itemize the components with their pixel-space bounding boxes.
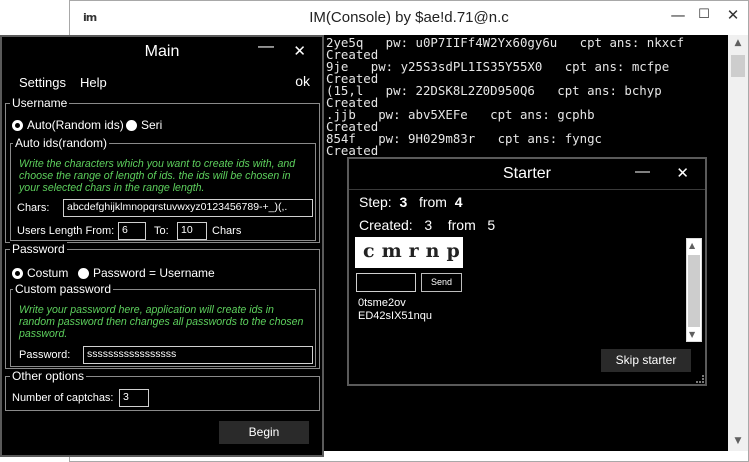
step-status: Step: 3 from 4 xyxy=(359,194,463,210)
main-menubar: Settings Help ok xyxy=(2,71,322,93)
radio-seri[interactable]: Seri xyxy=(126,118,162,132)
password-group: Password Costum Password = Username Cust… xyxy=(5,242,320,369)
chars-input[interactable]: abcdefghijklmnopqrstuvwxyz0123456789-+_)… xyxy=(63,199,313,217)
starter-close-button[interactable]: ✕ xyxy=(676,164,689,182)
main-title: Main xyxy=(144,43,180,60)
chars-label: Chars: xyxy=(17,202,50,214)
main-window: Main — ✕ Settings Help ok Username Auto(… xyxy=(0,35,324,457)
password-group-label: Password xyxy=(10,242,67,256)
username-group: Username Auto(Random ids) Seri Auto ids(… xyxy=(5,96,320,243)
menu-ok[interactable]: ok xyxy=(295,73,310,89)
to-label: To: xyxy=(154,225,169,237)
menu-help[interactable]: Help xyxy=(80,75,107,90)
created-label: Created: xyxy=(359,217,413,233)
created-total: 5 xyxy=(487,217,496,233)
console-titlebar[interactable]: im IM(Console) by $ae!d.71@n.c — ☐ ✕ xyxy=(70,1,748,35)
radio-same-icon[interactable] xyxy=(78,267,89,279)
length-from-label: Users Length From: xyxy=(17,225,115,237)
radio-seri-label: Seri xyxy=(141,118,163,132)
console-title: IM(Console) by $ae!d.71@n.c xyxy=(309,9,509,26)
step-value: 3 xyxy=(399,194,408,210)
captcha-text: cmrnp xyxy=(363,240,467,262)
step-from-label: from xyxy=(418,194,447,210)
radio-custom-icon[interactable] xyxy=(12,267,23,279)
auto-ids-group-label: Auto ids(random) xyxy=(13,136,110,150)
username-group-label: Username xyxy=(10,96,70,110)
captchas-input[interactable]: 3 xyxy=(119,389,149,407)
starter-title: Starter xyxy=(502,165,551,182)
console-line: 9je pw: y25S3sdPL1IS35Y55X0 cpt ans: mcf… xyxy=(326,59,670,74)
step-label: Step: xyxy=(359,194,392,210)
chars-unit-label: Chars xyxy=(212,225,242,237)
console-line: (15,l pw: 22DSK8L2Z0D950Q6 cpt ans: bchy… xyxy=(326,83,662,98)
starter-minimize-button[interactable]: — xyxy=(635,163,650,180)
custom-password-group-label: Custom password xyxy=(13,282,114,296)
send-button[interactable]: Send xyxy=(421,273,462,292)
console-minimize-button[interactable]: — xyxy=(664,5,692,25)
console-line: 854f pw: 9H029m83r cpt ans: fyngc xyxy=(326,131,603,146)
radio-auto[interactable]: Auto(Random ids) xyxy=(12,118,124,132)
resize-grip-icon[interactable] xyxy=(696,375,704,383)
console-line: .jjb pw: abv5XEFe cpt ans: gcphb xyxy=(326,107,595,122)
console-maximize-button[interactable]: ☐ xyxy=(690,5,718,25)
radio-auto-label: Auto(Random ids) xyxy=(27,118,124,132)
password-input[interactable]: sssssssssssssssss xyxy=(83,346,313,364)
console-line: 2ye5q pw: u0P7IIFf4W2Yx60gy6u cpt ans: n… xyxy=(326,35,685,50)
custom-password-hint: Write your password here, application wi… xyxy=(19,304,304,340)
custom-password-group: Custom password Write your password here… xyxy=(10,282,316,367)
skip-starter-button[interactable]: Skip starter xyxy=(601,349,691,372)
captchas-label: Number of captchas: xyxy=(12,392,114,404)
scroll-down-icon[interactable]: ▼ xyxy=(689,330,695,339)
captcha-answer-input[interactable] xyxy=(356,273,416,292)
radio-same-label: Password = Username xyxy=(93,266,215,280)
starter-scrollbar[interactable]: ▲ ▼ xyxy=(686,238,702,342)
console-scrollbar[interactable]: ▲ ▼ xyxy=(728,35,748,451)
starter-title-divider xyxy=(349,189,705,190)
console-lines: 2ye5q pw: u0P7IIFf4W2Yx60gy6u cpt ans: n… xyxy=(326,35,685,158)
created-from-label: from xyxy=(447,217,476,233)
menu-settings[interactable]: Settings xyxy=(19,75,66,90)
radio-custom-label: Costum xyxy=(27,266,69,280)
created-status: Created: 3 from 5 xyxy=(359,217,495,233)
captcha-image: cmrnp xyxy=(355,237,463,268)
other-options-group: Other options Number of captchas: 3 xyxy=(5,369,320,411)
console-line: Created xyxy=(326,143,379,158)
radio-custom[interactable]: Costum xyxy=(12,266,68,280)
length-from-input[interactable]: 6 xyxy=(118,222,146,240)
auto-ids-group: Auto ids(random) Write the characters wh… xyxy=(10,136,316,241)
other-options-group-label: Other options xyxy=(10,369,87,383)
radio-same-as-username[interactable]: Password = Username xyxy=(78,266,215,280)
console-close-button[interactable]: ✕ xyxy=(718,5,748,25)
begin-button[interactable]: Begin xyxy=(219,421,309,444)
radio-seri-icon[interactable] xyxy=(126,119,137,131)
main-minimize-button[interactable]: — xyxy=(258,39,274,55)
step-total: 4 xyxy=(454,194,463,210)
radio-auto-icon[interactable] xyxy=(12,119,23,131)
length-to-input[interactable]: 10 xyxy=(177,222,207,240)
scroll-up-icon[interactable]: ▲ xyxy=(732,38,744,50)
console-scroll-thumb[interactable] xyxy=(731,55,745,77)
auto-ids-hint: Write the characters which you want to c… xyxy=(19,158,296,194)
account-item: 0tsme2ov xyxy=(358,297,406,309)
scroll-up-icon[interactable]: ▲ xyxy=(689,241,695,250)
starter-scroll-thumb[interactable] xyxy=(688,255,700,327)
created-value: 3 xyxy=(424,217,433,233)
account-item: ED42sIX51nqu xyxy=(358,310,432,322)
starter-window: Starter — ✕ Step: 3 from 4 Created: 3 fr… xyxy=(347,157,707,386)
password-label: Password: xyxy=(19,349,71,361)
main-close-button[interactable]: ✕ xyxy=(293,42,306,60)
scroll-down-icon[interactable]: ▼ xyxy=(732,436,744,448)
